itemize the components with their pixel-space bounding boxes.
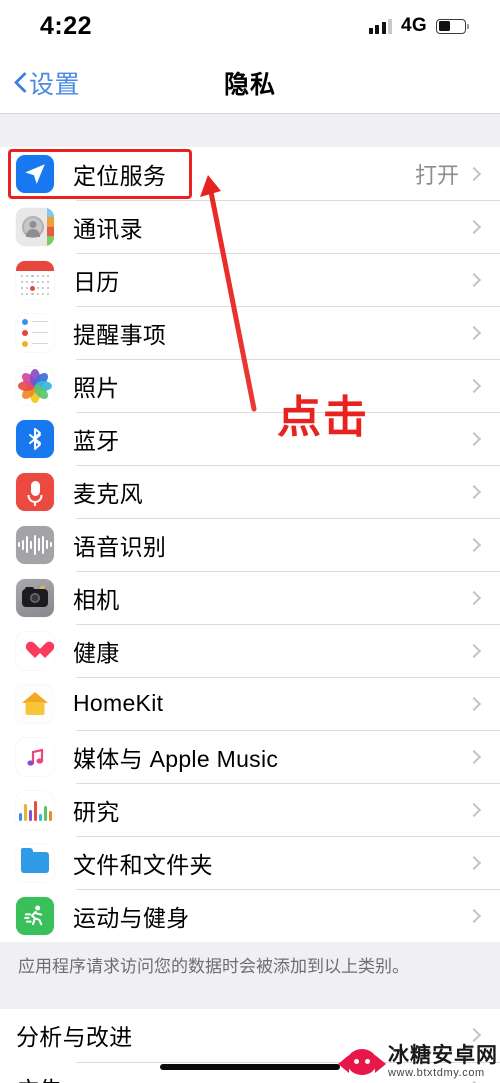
- chevron-right-icon: [466, 537, 482, 552]
- row-accessory: [459, 908, 500, 923]
- iphone-screen: 4:22 4G 设置 隐私 定位服务 打开 通讯录 日历 提醒事项 照片 蓝牙 …: [0, 0, 500, 1083]
- row-label: 运动与健身: [73, 904, 190, 931]
- chevron-right-icon: [466, 749, 482, 764]
- chevron-right-icon: [466, 219, 482, 234]
- row-accessory: [459, 272, 500, 287]
- sidebar-item-contacts[interactable]: 通讯录: [0, 200, 500, 253]
- sidebar-item-media-apple-music[interactable]: 媒体与 Apple Music: [0, 730, 500, 783]
- row-label: 分析与改进: [16, 1024, 133, 1051]
- row-value: 打开: [414, 162, 459, 188]
- chevron-right-icon: [466, 802, 482, 817]
- network-type-label: 4G: [401, 15, 427, 36]
- row-label: 语音识别: [73, 533, 167, 560]
- navigation-bar: 设置 隐私: [0, 52, 500, 114]
- row-label: 麦克风: [73, 480, 143, 507]
- row-accessory: [459, 696, 500, 711]
- sidebar-item-camera[interactable]: 相机: [0, 571, 500, 624]
- status-bar: 4:22 4G: [0, 0, 500, 52]
- row-accessory: 打开: [415, 158, 500, 190]
- row-accessory: [459, 643, 500, 658]
- row-accessory: [459, 537, 500, 552]
- sidebar-item-reminders[interactable]: 提醒事项: [0, 306, 500, 359]
- chevron-right-icon: [466, 431, 482, 446]
- sidebar-item-analytics-improvements[interactable]: 分析与改进: [0, 1008, 500, 1062]
- sidebar-item-research[interactable]: 研究: [0, 783, 500, 836]
- files-and-folders-icon: [16, 843, 54, 882]
- row-label: 文件和文件夹: [73, 851, 213, 878]
- chevron-right-icon: [466, 484, 482, 499]
- sidebar-item-homekit[interactable]: HomeKit: [0, 677, 500, 730]
- sidebar-item-speech-recognition[interactable]: 语音识别: [0, 518, 500, 571]
- contacts-icon: [16, 207, 54, 246]
- row-label: 蓝牙: [73, 427, 120, 454]
- row-accessory: [459, 590, 500, 605]
- chevron-right-icon: [466, 1028, 482, 1043]
- chevron-left-icon: [14, 72, 27, 94]
- row-accessory: [459, 484, 500, 499]
- row-accessory: [459, 325, 500, 340]
- status-bar-time: 4:22: [40, 11, 93, 40]
- sidebar-item-calendar[interactable]: 日历: [0, 253, 500, 306]
- cellular-signal-icon: [368, 18, 393, 34]
- chevron-right-icon: [466, 908, 482, 923]
- privacy-category-list: 定位服务 打开 通讯录 日历 提醒事项 照片 蓝牙 麦克风 语音识别 相机 健康…: [0, 147, 500, 942]
- row-accessory: [459, 749, 500, 764]
- health-icon: [16, 631, 54, 670]
- chevron-right-icon: [466, 378, 482, 393]
- sidebar-item-bluetooth[interactable]: 蓝牙: [0, 412, 500, 465]
- group-spacer: [0, 986, 500, 1009]
- photos-icon: [16, 366, 54, 405]
- row-accessory: [459, 431, 500, 446]
- row-accessory: [459, 855, 500, 870]
- motion-fitness-icon: [16, 896, 54, 935]
- homekit-icon: [16, 684, 54, 723]
- row-label: 提醒事项: [73, 321, 167, 348]
- analytics-list: 分析与改进 广告: [0, 1008, 500, 1083]
- sidebar-item-microphone[interactable]: 麦克风: [0, 465, 500, 518]
- row-accessory: [459, 378, 500, 393]
- back-button-label: 设置: [29, 70, 81, 99]
- row-label: 研究: [73, 798, 120, 825]
- row-accessory: [459, 802, 500, 817]
- privacy-footnote: 应用程序请求访问您的数据时会被添加到以上类别。: [0, 942, 500, 987]
- row-label: 日历: [73, 268, 120, 295]
- reminders-icon: [16, 313, 54, 352]
- chevron-right-icon: [466, 643, 482, 658]
- sidebar-item-location-services[interactable]: 定位服务 打开: [0, 147, 500, 200]
- row-label: 定位服务: [73, 162, 167, 189]
- calendar-icon: [16, 260, 54, 299]
- row-label: 照片: [73, 374, 120, 401]
- row-accessory: [459, 1028, 500, 1043]
- sidebar-item-motion-fitness[interactable]: 运动与健身: [0, 889, 500, 942]
- bluetooth-icon: [16, 419, 54, 458]
- microphone-icon: [16, 472, 54, 511]
- battery-icon: [436, 18, 470, 34]
- sidebar-item-files-and-folders[interactable]: 文件和文件夹: [0, 836, 500, 889]
- top-gap: [0, 114, 500, 147]
- chevron-right-icon: [466, 855, 482, 870]
- camera-icon: [16, 578, 54, 617]
- sidebar-item-health[interactable]: 健康: [0, 624, 500, 677]
- back-button[interactable]: 设置: [0, 65, 80, 101]
- apple-music-icon: [16, 737, 54, 776]
- chevron-right-icon: [466, 272, 482, 287]
- row-label: 通讯录: [73, 215, 143, 242]
- location-services-icon: [16, 154, 54, 193]
- row-label: 相机: [73, 586, 120, 613]
- row-accessory: [459, 219, 500, 234]
- row-label: HomeKit: [73, 690, 164, 716]
- chevron-right-icon: [466, 696, 482, 711]
- row-label: 媒体与 Apple Music: [73, 745, 279, 772]
- status-bar-right: 4G: [368, 15, 470, 37]
- settings-scroll-area[interactable]: 定位服务 打开 通讯录 日历 提醒事项 照片 蓝牙 麦克风 语音识别 相机 健康…: [0, 114, 500, 1083]
- row-label: 健康: [73, 639, 120, 666]
- chevron-right-icon: [466, 325, 482, 340]
- speech-recognition-icon: [16, 525, 54, 564]
- row-label: 广告: [16, 1071, 63, 1083]
- chevron-right-icon: [466, 590, 482, 605]
- sidebar-item-photos[interactable]: 照片: [0, 359, 500, 412]
- research-icon: [16, 790, 54, 829]
- home-indicator: [160, 1064, 340, 1070]
- chevron-right-icon: [466, 166, 482, 181]
